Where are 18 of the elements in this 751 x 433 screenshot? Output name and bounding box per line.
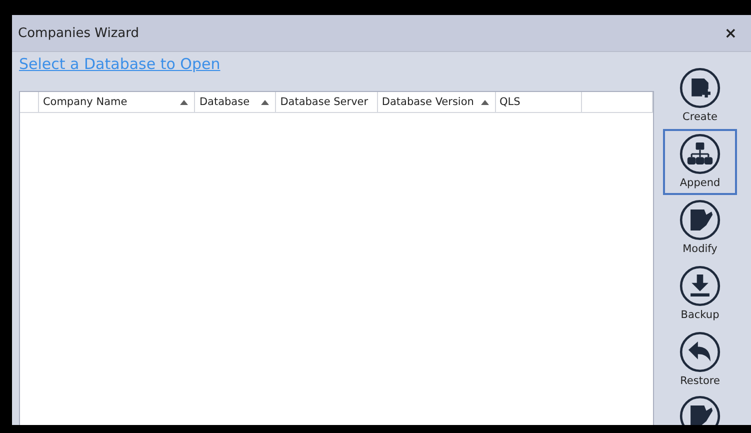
restore-button[interactable]: Restore xyxy=(663,327,737,393)
modify-button[interactable]: Modify xyxy=(663,195,737,261)
column-header[interactable]: Database Version xyxy=(378,92,496,112)
close-button[interactable]: × xyxy=(724,24,737,42)
column-header[interactable]: Database xyxy=(195,92,276,112)
backup-button[interactable]: Backup xyxy=(663,261,737,327)
download-icon xyxy=(679,265,721,307)
sort-arrow-icon xyxy=(261,100,270,104)
hierarchy-icon xyxy=(679,133,721,175)
column-header[interactable]: QLS xyxy=(496,92,582,112)
column-header[interactable]: Database Server xyxy=(276,92,378,112)
column-header[interactable]: Company Name xyxy=(38,92,196,112)
sort-arrow-icon xyxy=(180,100,188,104)
create-button[interactable]: Create xyxy=(663,63,737,129)
sort-arrow-icon xyxy=(480,100,488,104)
window-title: Companies Wizard xyxy=(18,26,140,40)
database-plus-icon xyxy=(679,67,721,109)
append-button[interactable]: Append xyxy=(663,129,737,195)
